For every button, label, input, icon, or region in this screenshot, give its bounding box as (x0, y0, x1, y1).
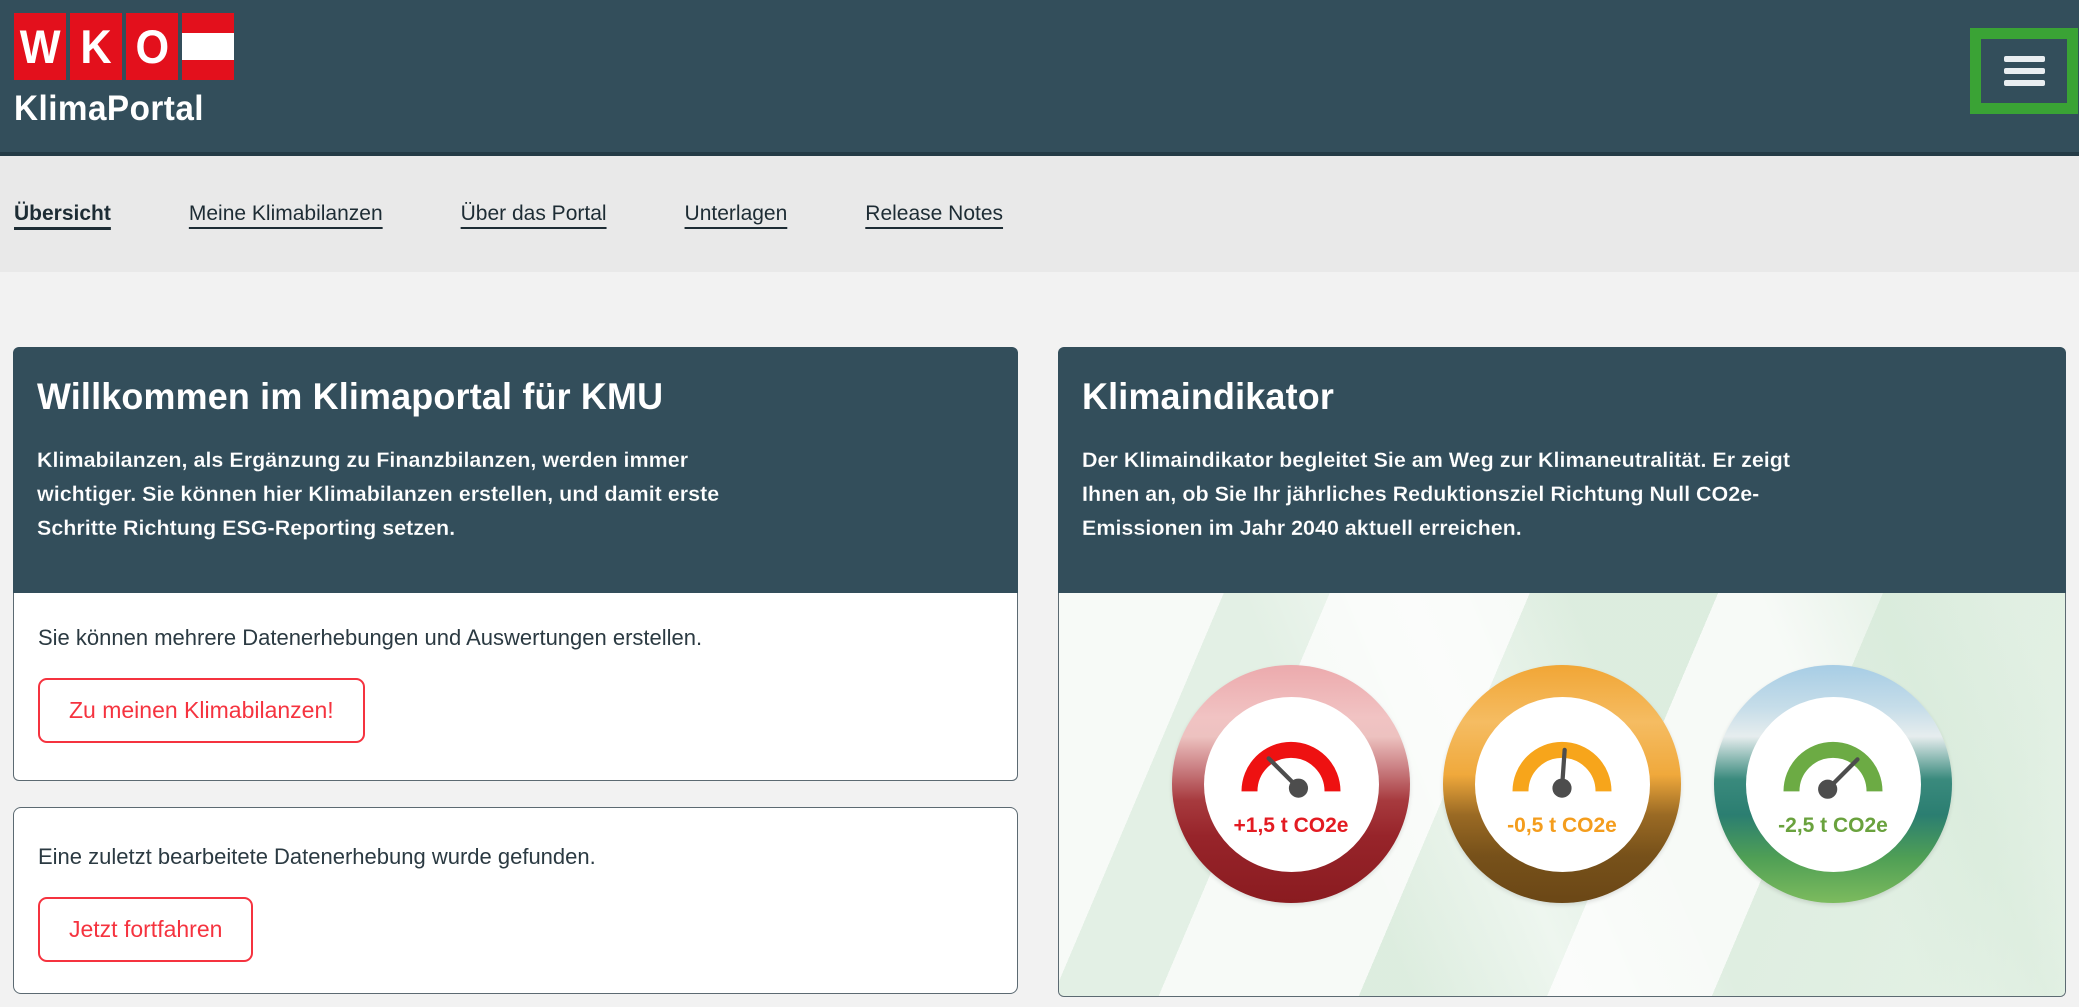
resume-card: Eine zuletzt bearbeitete Datenerhebung w… (13, 807, 1018, 994)
indicator-card: Klimaindikator Der Klimaindikator beglei… (1058, 347, 2066, 997)
climate-indicator-illustration: +1,5 t CO2e -0,5 t CO2e (1058, 593, 2066, 997)
nav-link-ueber-das-portal[interactable]: Über das Portal (461, 202, 607, 226)
nav-link-release-notes[interactable]: Release Notes (865, 202, 1003, 226)
welcome-column: Willkommen im Klimaportal für KMU Klimab… (13, 347, 1018, 994)
gauge-value: -0,5 t CO2e (1507, 814, 1617, 838)
wko-logo: W K O KlimaPortal (14, 13, 234, 129)
indicator-title: Klimaindikator (1082, 376, 2013, 418)
welcome-card: Willkommen im Klimaportal für KMU Klimab… (13, 347, 1018, 781)
gauge-value: +1,5 t CO2e (1234, 814, 1349, 838)
speedometer-orange-icon (1508, 736, 1616, 802)
nav-link-unterlagen[interactable]: Unterlagen (685, 202, 788, 226)
welcome-description: Klimabilanzen, als Ergänzung zu Finanzbi… (37, 443, 747, 545)
nav-link-meine-klimabilanzen[interactable]: Meine Klimabilanzen (189, 202, 383, 226)
welcome-card-body: Sie können mehrere Datenerhebungen und A… (13, 593, 1018, 781)
gauge-above-target: +1,5 t CO2e (1172, 665, 1410, 903)
app-header: W K O KlimaPortal (0, 0, 2079, 156)
gauge-near-target: -0,5 t CO2e (1443, 665, 1681, 903)
main-content: Willkommen im Klimaportal für KMU Klimab… (0, 272, 2079, 997)
portal-title: KlimaPortal (14, 89, 223, 129)
hamburger-menu-icon (2004, 56, 2045, 86)
nav-link-uebersicht[interactable]: Übersicht (14, 202, 111, 226)
indicator-column: Klimaindikator Der Klimaindikator beglei… (1058, 347, 2066, 997)
logo-tile-o: O (126, 13, 178, 80)
menu-button[interactable] (1970, 28, 2078, 114)
continue-button[interactable]: Jetzt fortfahren (38, 897, 253, 962)
logo-tile-k: K (70, 13, 122, 80)
my-climate-balances-button[interactable]: Zu meinen Klimabilanzen! (38, 678, 365, 743)
welcome-info-text: Sie können mehrere Datenerhebungen und A… (38, 625, 993, 651)
gauge-face: -0,5 t CO2e (1475, 697, 1650, 872)
austria-flag-icon (182, 13, 234, 80)
gauge-face: -2,5 t CO2e (1746, 697, 1921, 872)
gauge-value: -2,5 t CO2e (1778, 814, 1888, 838)
welcome-title: Willkommen im Klimaportal für KMU (37, 376, 965, 418)
gauge-face: +1,5 t CO2e (1204, 697, 1379, 872)
indicator-description: Der Klimaindikator begleitet Sie am Weg … (1082, 443, 1792, 545)
speedometer-red-icon (1237, 736, 1345, 802)
main-nav: Übersicht Meine Klimabilanzen Über das P… (0, 156, 2079, 272)
gauge-below-target: -2,5 t CO2e (1714, 665, 1952, 903)
gauge-row: +1,5 t CO2e -0,5 t CO2e (1059, 593, 2065, 903)
speedometer-green-icon (1779, 736, 1887, 802)
indicator-card-header: Klimaindikator Der Klimaindikator beglei… (1058, 347, 2066, 593)
welcome-card-header: Willkommen im Klimaportal für KMU Klimab… (13, 347, 1018, 593)
resume-text: Eine zuletzt bearbeitete Datenerhebung w… (38, 844, 993, 870)
wko-logo-tiles: W K O (14, 13, 234, 80)
logo-tile-w: W (14, 13, 66, 80)
